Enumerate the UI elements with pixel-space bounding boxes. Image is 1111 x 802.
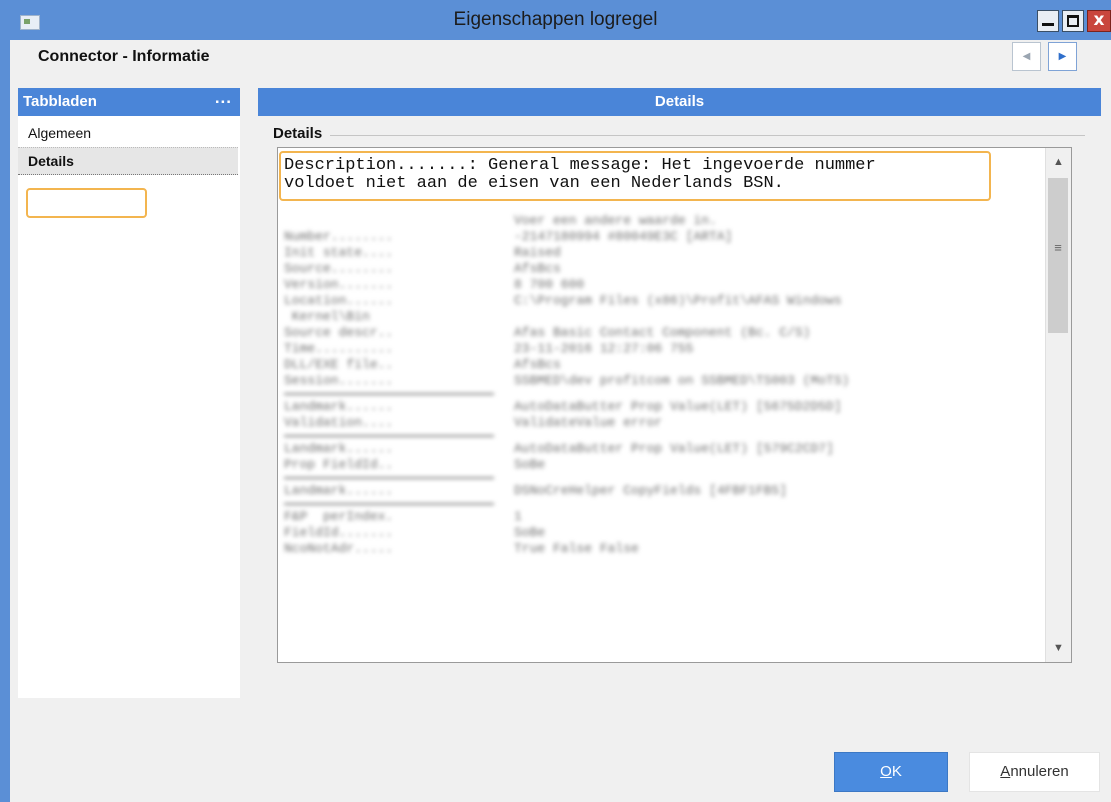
log-key: NcoNotAdr..... xyxy=(284,541,394,556)
log-key: Landmark...... xyxy=(284,483,394,498)
log-row: Landmark...... AutoDataButter Prop Value(… xyxy=(284,441,1024,457)
log-value: C:\Program Files (x86)\Profit\AFAS Windo… xyxy=(514,293,842,308)
log-value: 1 xyxy=(514,509,522,524)
log-key: Validation.... xyxy=(284,415,394,430)
log-row: Version....... 8 700 600 xyxy=(284,277,1024,293)
close-icon: x xyxy=(1093,10,1105,30)
cancel-label: nnuleren xyxy=(1010,763,1069,780)
ok-mnemonic: O xyxy=(880,763,892,780)
log-key: Landmark...... xyxy=(284,399,394,414)
details-textarea[interactable]: Description.......: General message: Het… xyxy=(277,147,1072,663)
details-group-title: Details xyxy=(273,125,323,142)
log-value: AutoDataButter Prop Value(LET) [579C2CD7… xyxy=(514,441,834,456)
log-row: FieldId....... SoBe xyxy=(284,525,1024,541)
log-value: ValidateValue error xyxy=(514,415,663,430)
separator-line xyxy=(284,431,1024,441)
tab-details[interactable]: Details xyxy=(18,147,238,175)
log-row: Location...... C:\Program Files (x86)\Pro… xyxy=(284,293,1024,309)
log-key: Kernel\Bin xyxy=(284,309,370,324)
log-value: Voer een andere waarde in. xyxy=(514,213,717,228)
log-key: Number........ xyxy=(284,229,394,244)
log-key: Version....... xyxy=(284,277,394,292)
cancel-button[interactable]: Annuleren xyxy=(969,752,1100,792)
log-row: Init state.... Raised xyxy=(284,245,1024,261)
log-key: Session....... xyxy=(284,373,394,388)
log-value: Raised xyxy=(514,245,561,260)
title-bar[interactable]: Eigenschappen logregel x xyxy=(0,0,1111,40)
log-row: DLL/EXE file.. AfsBcs xyxy=(284,357,1024,373)
log-row: Number........ -2147180994 #80049E3C [ART… xyxy=(284,229,1024,245)
ok-label: K xyxy=(891,763,902,780)
scroll-thumb[interactable]: ≡ xyxy=(1048,178,1068,333)
tabs-panel: Tabbladen ... Algemeen Details xyxy=(18,88,240,698)
log-key: DLL/EXE file.. xyxy=(284,357,394,372)
ok-button[interactable]: OK xyxy=(834,752,948,792)
tab-label: Algemeen xyxy=(28,125,92,141)
log-key: F&P perIndex. xyxy=(284,509,394,524)
log-value: AutoDataButter Prop Value(LET) [5675D2D5… xyxy=(514,399,842,414)
separator-line xyxy=(284,473,1024,483)
log-row: Source descr.. Afas Basic Contact Compone… xyxy=(284,325,1024,341)
blurred-log-details: Voer een andere waarde in. Number........… xyxy=(284,213,1024,557)
log-row: Voer een andere waarde in. xyxy=(284,213,1024,229)
log-value: SoBe xyxy=(514,525,546,540)
maximize-button[interactable] xyxy=(1062,10,1084,32)
log-row: Landmark...... AutoDataButter Prop Value(… xyxy=(284,399,1024,415)
log-value: AfsBcs xyxy=(514,261,561,276)
log-value: 23-11-2016 12:27:06 755 xyxy=(514,341,694,356)
log-value: AfsBcs xyxy=(514,357,561,372)
next-button[interactable]: ▶ xyxy=(1048,42,1077,71)
tab-label: Details xyxy=(28,153,74,169)
triangle-left-icon: ◀ xyxy=(1022,51,1031,62)
details-header: Details xyxy=(258,88,1101,116)
log-value: True False False xyxy=(514,541,639,556)
log-key: FieldId....... xyxy=(284,525,394,540)
scroll-down-icon[interactable]: ▼ xyxy=(1046,634,1071,662)
previous-button[interactable]: ◀ xyxy=(1012,42,1041,71)
separator-line xyxy=(284,499,1024,509)
log-value: Afas Basic Contact Component (Bc. C/S) xyxy=(514,325,811,340)
log-value: SSBMED\dev profitcom on SSBMED\TS003 (Mo… xyxy=(514,373,850,388)
tabs-panel-title: Tabbladen xyxy=(23,93,97,110)
tab-algemeen[interactable]: Algemeen xyxy=(18,120,238,146)
log-key xyxy=(284,213,514,229)
triangle-right-icon: ▶ xyxy=(1058,51,1067,62)
log-row: Time.......... 23-11-2016 12:27:06 755 xyxy=(284,341,1024,357)
log-key: Time.......... xyxy=(284,341,394,356)
log-key: Location...... xyxy=(284,293,394,308)
log-key: Prop FieldId.. xyxy=(284,457,394,472)
log-key: Source descr.. xyxy=(284,325,394,340)
separator-line xyxy=(284,389,1024,399)
log-value: DSNoCreHelper CopyFields [4FBF1FB5] xyxy=(514,483,788,498)
more-options-icon[interactable]: ... xyxy=(215,84,232,112)
log-row: Validation.... ValidateValue error xyxy=(284,415,1024,431)
page-title: Connector - Informatie xyxy=(38,48,210,65)
vertical-scrollbar[interactable]: ▲ ≡ ▼ xyxy=(1045,148,1071,662)
log-row: Source........ AfsBcs xyxy=(284,261,1024,277)
log-key: Init state.... xyxy=(284,245,394,260)
log-row: Prop FieldId.. SoBe xyxy=(284,457,1024,473)
group-divider xyxy=(330,135,1085,136)
log-row: Landmark...... DSNoCreHelper CopyFields [… xyxy=(284,483,1024,499)
log-value: -2147180994 #80049E3C [ARTA] xyxy=(514,229,733,244)
log-key: Source........ xyxy=(284,261,394,276)
minimize-button[interactable] xyxy=(1037,10,1059,32)
dialog-window: Eigenschappen logregel x Connector - Inf… xyxy=(0,0,1111,802)
log-row: Session....... SSBMED\dev profitcom on SS… xyxy=(284,373,1024,389)
log-row: Kernel\Bin xyxy=(284,309,1024,325)
tabs-panel-header: Tabbladen ... xyxy=(18,88,240,116)
grip-icon: ≡ xyxy=(1054,240,1062,255)
close-button[interactable]: x xyxy=(1087,10,1111,32)
log-row: NcoNotAdr..... True False False xyxy=(284,541,1024,557)
scroll-up-icon[interactable]: ▲ xyxy=(1046,148,1071,176)
log-value: 8 700 600 xyxy=(514,277,585,292)
window-title: Eigenschappen logregel xyxy=(453,9,658,30)
details-tab-highlight xyxy=(26,188,147,218)
log-key: Landmark...... xyxy=(284,441,394,456)
cancel-mnemonic: A xyxy=(1000,763,1011,780)
log-row: F&P perIndex. 1 xyxy=(284,509,1024,525)
log-value: SoBe xyxy=(514,457,546,472)
description-highlight xyxy=(279,151,991,201)
